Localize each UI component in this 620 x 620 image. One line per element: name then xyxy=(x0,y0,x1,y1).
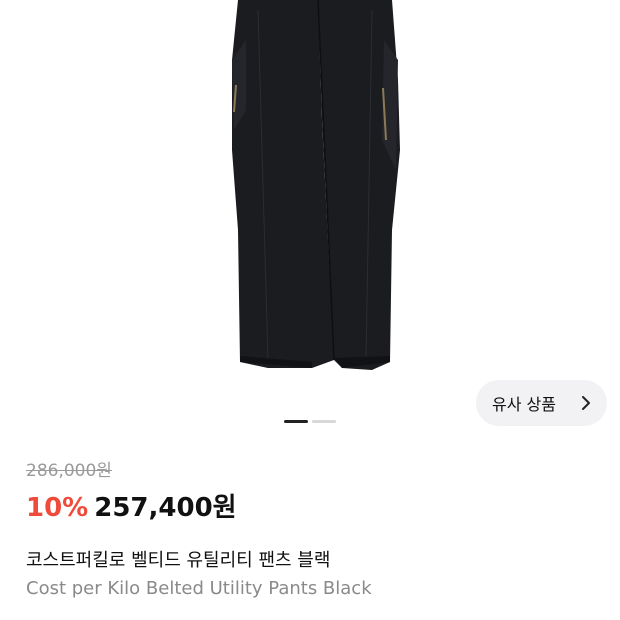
pager-dot-active[interactable] xyxy=(284,420,308,423)
chevron-right-icon xyxy=(582,396,590,410)
product-image-carousel[interactable]: 유사 상품 xyxy=(0,0,620,430)
price-row: 10% 257,400원 xyxy=(26,487,237,524)
product-title-english: Cost per Kilo Belted Utility Pants Black xyxy=(26,578,372,599)
pager-dot[interactable] xyxy=(312,420,336,423)
similar-products-button[interactable]: 유사 상품 xyxy=(476,380,607,426)
sale-price: 257,400원 xyxy=(94,493,237,523)
similar-products-label: 유사 상품 xyxy=(492,395,556,414)
original-price: 286,000원 xyxy=(26,461,112,481)
product-title-korean: 코스트퍼킬로 벨티드 유틸리티 팬츠 블랙 xyxy=(26,550,331,571)
product-image xyxy=(232,0,400,370)
discount-rate: 10% xyxy=(26,493,89,523)
product-page: 유사 상품 286,000원 10% 257,400원 코스트퍼킬로 벨티드 유… xyxy=(0,0,620,620)
image-pager xyxy=(284,420,336,423)
